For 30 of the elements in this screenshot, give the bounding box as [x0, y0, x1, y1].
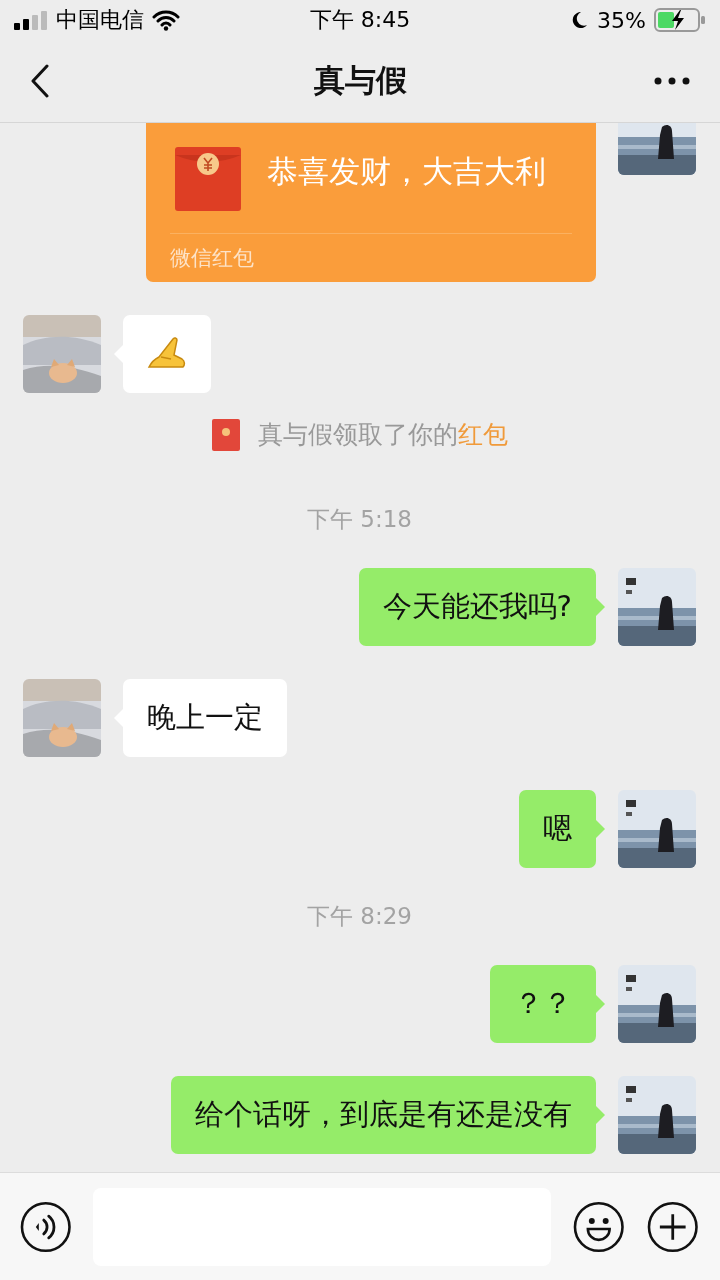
- back-icon[interactable]: [30, 64, 50, 98]
- packet-label: 微信红包: [170, 245, 255, 272]
- wifi-icon: [152, 9, 180, 31]
- add-icon[interactable]: [646, 1200, 698, 1253]
- bubble-tail: [596, 820, 605, 838]
- lucky-money-message[interactable]: 恭喜发财，大吉大利 微信红包: [146, 123, 596, 282]
- message-bubble: 今天能还我吗?: [358, 568, 596, 646]
- message-bubble: 给个话呀，到底是有还是没有: [171, 1076, 596, 1154]
- notice-text: 真与假领取了你的: [257, 419, 458, 451]
- envelope-icon: [211, 418, 240, 451]
- voice-icon[interactable]: [20, 1200, 72, 1253]
- more-icon[interactable]: [654, 77, 690, 85]
- envelope-icon: [175, 147, 241, 211]
- bubble-tail: [596, 995, 605, 1013]
- chat-title: 真与假: [313, 61, 407, 100]
- timestamp: 下午 5:18: [306, 505, 413, 534]
- signal-icon: [14, 10, 48, 30]
- message-bubble: 嗯: [519, 790, 596, 868]
- bubble-tail: [596, 1106, 605, 1124]
- message-bubble: ？？: [490, 965, 596, 1043]
- carrier-name: 中国电信: [56, 6, 144, 34]
- battery-charging-icon: [654, 8, 706, 32]
- packet-greeting: 恭喜发财，大吉大利: [267, 152, 546, 191]
- battery-percent: 35%: [597, 7, 646, 33]
- timestamp: 下午 8:29: [306, 902, 413, 931]
- bubble-tail: [596, 598, 605, 616]
- emoji-icon[interactable]: [573, 1200, 625, 1253]
- message-bubble: 晚上一定: [123, 679, 287, 757]
- packet-link[interactable]: 红包: [457, 418, 508, 451]
- status-time: 下午 8:45: [309, 6, 411, 34]
